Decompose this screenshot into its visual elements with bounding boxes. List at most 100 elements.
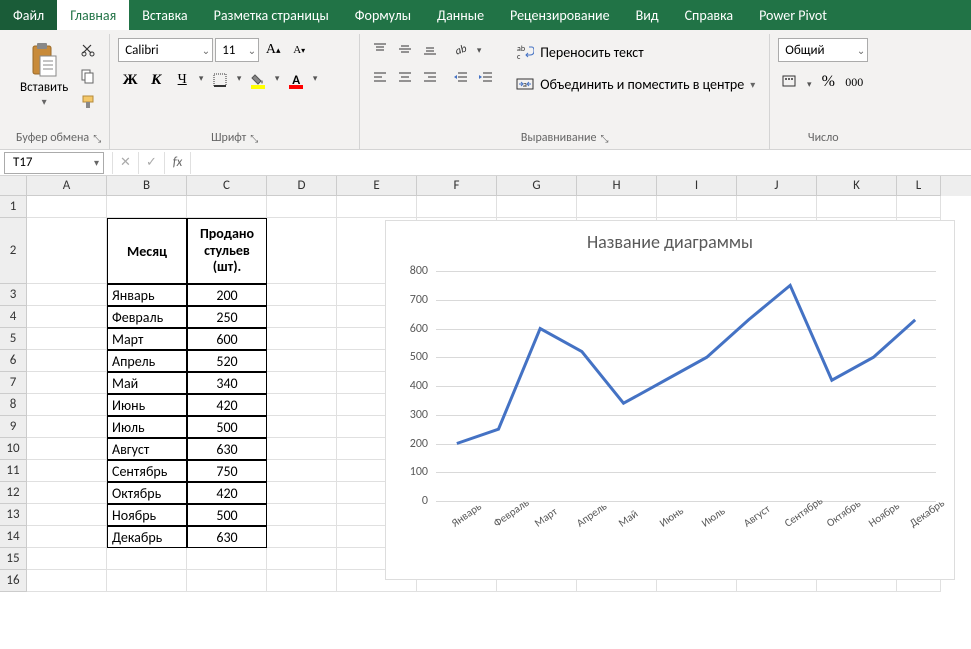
column-header[interactable]: C	[187, 176, 267, 196]
decrease-font-button[interactable]: A▾	[287, 38, 311, 62]
chart-series-line[interactable]	[457, 285, 915, 443]
dialog-launcher-icon[interactable]: ⤡	[93, 132, 101, 145]
enter-formula-button[interactable]: ✓	[138, 152, 164, 174]
row-header[interactable]: 7	[0, 372, 27, 394]
increase-indent-button[interactable]	[474, 66, 498, 88]
chart-title[interactable]: Название диаграммы	[386, 221, 954, 261]
table-cell[interactable]: 750	[187, 460, 267, 482]
tab-вставка[interactable]: Вставка	[129, 0, 200, 30]
format-painter-button[interactable]	[76, 90, 100, 114]
table-cell[interactable]: 520	[187, 350, 267, 372]
row-header[interactable]: 13	[0, 504, 27, 526]
table-cell[interactable]: 500	[187, 416, 267, 438]
table-cell[interactable]: Апрель	[107, 350, 187, 372]
border-button[interactable]	[208, 68, 232, 92]
row-header[interactable]: 3	[0, 284, 27, 306]
row-header[interactable]: 16	[0, 570, 27, 592]
table-cell[interactable]: Июнь	[107, 394, 187, 416]
tab-формулы[interactable]: Формулы	[342, 0, 424, 30]
row-header[interactable]: 11	[0, 460, 27, 482]
font-color-button[interactable]: А	[284, 68, 308, 92]
tab-вид[interactable]: Вид	[623, 0, 672, 30]
chevron-down-icon[interactable]: ▾	[272, 73, 282, 88]
dialog-launcher-icon[interactable]: ⤡	[601, 132, 609, 145]
font-name-combo[interactable]: Calibri ⌄	[118, 38, 213, 62]
align-left-button[interactable]	[368, 66, 392, 88]
row-header[interactable]: 8	[0, 394, 27, 416]
column-header[interactable]: H	[577, 176, 657, 196]
align-center-button[interactable]	[393, 66, 417, 88]
decrease-indent-button[interactable]	[449, 66, 473, 88]
table-cell[interactable]: 500	[187, 504, 267, 526]
percent-button[interactable]: %	[816, 70, 840, 94]
tab-главная[interactable]: Главная	[57, 0, 129, 30]
underline-button[interactable]: Ч	[170, 68, 194, 92]
merge-center-button[interactable]: a Объединить и поместить в центре ▾	[510, 70, 761, 98]
chevron-down-icon[interactable]: ▾	[804, 70, 814, 94]
chevron-down-icon[interactable]: ▾	[196, 73, 206, 88]
align-bottom-button[interactable]	[418, 38, 442, 60]
row-header[interactable]: 5	[0, 328, 27, 350]
accounting-format-button[interactable]	[778, 70, 802, 94]
cancel-formula-button[interactable]: ✕	[112, 152, 138, 174]
insert-function-button[interactable]: fx	[164, 152, 190, 174]
table-cell[interactable]: Март	[107, 328, 187, 350]
table-header-cell[interactable]: Месяц	[107, 218, 187, 284]
table-cell[interactable]: Январь	[107, 284, 187, 306]
row-header[interactable]: 6	[0, 350, 27, 372]
table-cell[interactable]: Октябрь	[107, 482, 187, 504]
name-box[interactable]: T17 ▾	[4, 152, 104, 174]
italic-button[interactable]: К	[144, 68, 168, 92]
table-cell[interactable]: Февраль	[107, 306, 187, 328]
column-header[interactable]: G	[497, 176, 577, 196]
chart[interactable]: Название диаграммы0100200300400500600700…	[385, 220, 955, 580]
align-right-button[interactable]	[418, 66, 442, 88]
table-cell[interactable]: 630	[187, 526, 267, 548]
table-cell[interactable]: Июль	[107, 416, 187, 438]
orientation-button[interactable]: ab	[449, 38, 473, 60]
align-top-button[interactable]	[368, 38, 392, 60]
dialog-launcher-icon[interactable]: ⤡	[250, 132, 258, 145]
table-cell[interactable]: Сентябрь	[107, 460, 187, 482]
table-cell[interactable]: Ноябрь	[107, 504, 187, 526]
chevron-down-icon[interactable]: ▾	[474, 38, 484, 60]
bold-button[interactable]: Ж	[118, 68, 142, 92]
table-cell[interactable]: 250	[187, 306, 267, 328]
cells-area[interactable]: МесяцПродано стульев (шт).Январь200Февра…	[27, 196, 941, 592]
column-header[interactable]: K	[817, 176, 897, 196]
table-cell[interactable]: 600	[187, 328, 267, 350]
table-cell[interactable]: 200	[187, 284, 267, 306]
font-size-combo[interactable]: 11 ⌄	[215, 38, 259, 62]
wrap-text-button[interactable]: abc Переносить текст	[510, 38, 761, 66]
table-cell[interactable]: 630	[187, 438, 267, 460]
tab-данные[interactable]: Данные	[424, 0, 497, 30]
table-cell[interactable]: 420	[187, 394, 267, 416]
column-header[interactable]: B	[107, 176, 187, 196]
column-header[interactable]: F	[417, 176, 497, 196]
column-header[interactable]: I	[657, 176, 737, 196]
row-header[interactable]: 12	[0, 482, 27, 504]
tab-power-pivot[interactable]: Power Pivot	[746, 0, 840, 30]
chevron-down-icon[interactable]: ▾	[234, 73, 244, 88]
paste-button[interactable]: Вставить ▾	[16, 38, 72, 110]
copy-button[interactable]	[76, 64, 100, 88]
column-header[interactable]: J	[737, 176, 817, 196]
increase-font-button[interactable]: A▴	[261, 38, 285, 62]
chevron-down-icon[interactable]: ▾	[310, 73, 320, 88]
fill-color-button[interactable]	[246, 68, 270, 92]
tab-файл[interactable]: Файл	[0, 0, 57, 30]
column-header[interactable]: A	[27, 176, 107, 196]
table-cell[interactable]: 340	[187, 372, 267, 394]
row-header[interactable]: 4	[0, 306, 27, 328]
tab-справка[interactable]: Справка	[672, 0, 747, 30]
column-header[interactable]: D	[267, 176, 337, 196]
row-header[interactable]: 14	[0, 526, 27, 548]
table-cell[interactable]: Август	[107, 438, 187, 460]
table-header-cell[interactable]: Продано стульев (шт).	[187, 218, 267, 284]
table-cell[interactable]: Май	[107, 372, 187, 394]
row-header[interactable]: 10	[0, 438, 27, 460]
number-format-combo[interactable]: Общий ⌄	[778, 38, 868, 62]
table-cell[interactable]: 420	[187, 482, 267, 504]
select-all-corner[interactable]	[0, 176, 27, 196]
formula-input[interactable]	[190, 152, 971, 174]
